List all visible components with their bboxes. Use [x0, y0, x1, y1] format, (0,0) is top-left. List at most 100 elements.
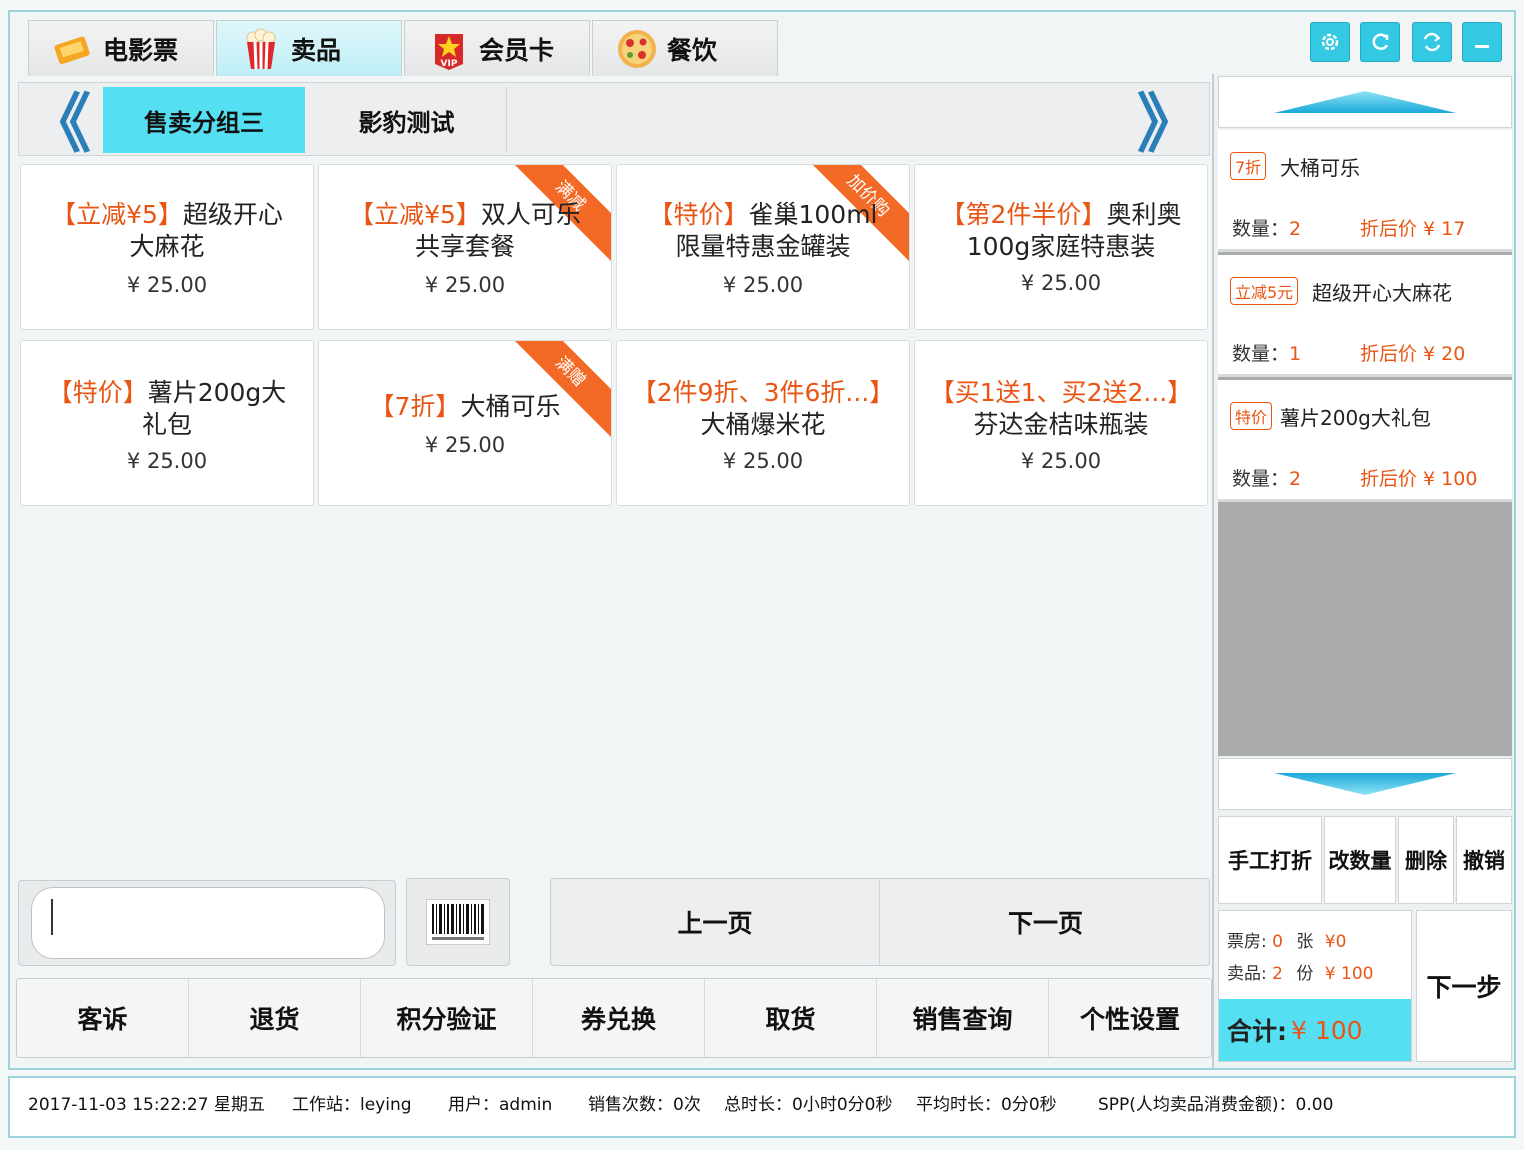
status-avg-duration: 平均时长：0分0秒	[916, 1095, 1057, 1115]
triangle-down-icon	[1274, 773, 1456, 795]
tab-label: 会员卡	[479, 35, 555, 65]
undo-button[interactable]: 撤销	[1456, 816, 1512, 904]
delete-button[interactable]: 删除	[1398, 816, 1454, 904]
product-name: 雀巢100ml	[748, 200, 878, 229]
product-price: ¥ 25.00	[126, 449, 208, 473]
order-item-name: 超级开心大麻花	[1312, 281, 1452, 305]
qty-value: 1	[1289, 343, 1302, 365]
status-workstation: 工作站：leying	[292, 1095, 412, 1115]
tab-movie-ticket[interactable]: 电影票	[28, 20, 214, 76]
snack-count: 2	[1272, 964, 1283, 984]
snack-unit: 份	[1296, 964, 1314, 984]
product-promo: 【7折】	[369, 392, 461, 421]
category-next-arrow[interactable]: 》	[1129, 83, 1209, 162]
discount-tag: 立减5元	[1230, 277, 1299, 305]
category-tab-active[interactable]: 售卖分组三	[103, 87, 305, 153]
qty-label: 数量：	[1232, 343, 1290, 365]
discount-tag: 特价	[1230, 402, 1273, 430]
product-card[interactable]: 满减 【立减¥5】双人可乐 共享套餐 ¥ 25.00	[318, 164, 612, 330]
sync-button[interactable]	[1412, 22, 1452, 62]
return-button[interactable]: 退货	[189, 979, 361, 1057]
product-name: 大桶可乐	[460, 392, 561, 421]
discount-tag: 7折	[1230, 152, 1267, 180]
snack-label: 卖品:	[1227, 964, 1267, 984]
function-bar: 客诉 退货 积分验证 券兑换 取货 销售查询 个性设置	[16, 978, 1212, 1058]
pizza-icon	[615, 27, 659, 71]
search-input-container	[18, 880, 396, 966]
product-name: 芬达金桔味瓶装	[973, 410, 1149, 439]
sales-query-button[interactable]: 销售查询	[877, 979, 1049, 1057]
tab-snacks[interactable]: 卖品	[216, 20, 402, 76]
total-value: ¥ 100	[1291, 1015, 1363, 1045]
order-item[interactable]: 7折 大桶可乐 数量：2 折后价 ¥ 17	[1218, 130, 1512, 252]
category-prev-arrow[interactable]: 《	[19, 83, 99, 162]
product-card[interactable]: 【2件9折、3件6折...】 大桶爆米花 ¥ 25.00	[616, 340, 910, 506]
minimize-button[interactable]	[1462, 22, 1502, 62]
qty-label: 数量：	[1232, 218, 1290, 240]
product-name-line2: 限量特惠金罐装	[675, 232, 851, 261]
tab-member-card[interactable]: VIP 会员卡	[404, 20, 590, 76]
product-price: ¥ 25.00	[424, 273, 506, 297]
product-card[interactable]: 加价购 【特价】雀巢100ml 限量特惠金罐装 ¥ 25.00	[616, 164, 910, 330]
ticket-amount: ¥0	[1324, 932, 1347, 952]
ticket-count: 0	[1272, 932, 1283, 952]
product-card[interactable]: 满赠 【7折】大桶可乐 ¥ 25.00	[318, 340, 612, 506]
snack-amount: ¥ 100	[1324, 964, 1374, 984]
product-name: 薯片200g大	[147, 378, 287, 407]
total-label: 合计:	[1227, 1017, 1287, 1046]
status-total-duration: 总时长：0小时0分0秒	[724, 1095, 893, 1115]
status-datetime: 2017-11-03 15:22:27 星期五	[28, 1095, 265, 1115]
personal-settings-button[interactable]: 个性设置	[1049, 979, 1211, 1057]
vip-card-icon: VIP	[427, 27, 471, 71]
coupon-redeem-button[interactable]: 券兑换	[533, 979, 705, 1057]
refresh-button[interactable]	[1360, 22, 1400, 62]
prev-page-button[interactable]: 上一页	[551, 879, 880, 965]
triangle-up-icon	[1274, 91, 1456, 113]
search-input[interactable]	[31, 887, 385, 959]
minimize-icon	[1475, 45, 1489, 48]
product-card[interactable]: 【第2件半价】奥利奥 100g家庭特惠装 ¥ 25.00	[914, 164, 1208, 330]
order-item-name: 大桶可乐	[1280, 156, 1360, 180]
product-name: 奥利奥	[1106, 200, 1182, 229]
tab-catering[interactable]: 餐饮	[592, 20, 778, 76]
tab-label: 卖品	[291, 35, 342, 65]
product-name-line2: 共享套餐	[414, 232, 515, 261]
barcode-scan-button[interactable]	[406, 878, 510, 966]
product-card[interactable]: 【特价】薯片200g大 礼包 ¥ 25.00	[20, 340, 314, 506]
pickup-button[interactable]: 取货	[705, 979, 877, 1057]
product-price: ¥ 25.00	[722, 273, 804, 297]
category-tab[interactable]: 影豹测试	[307, 87, 507, 153]
discounted-price: 折后价 ¥ 17	[1360, 218, 1466, 240]
points-verify-button[interactable]: 积分验证	[361, 979, 533, 1057]
order-item[interactable]: 特价 薯片200g大礼包 数量：2 折后价 ¥ 100	[1218, 380, 1512, 502]
product-card[interactable]: 【立减¥5】超级开心 大麻花 ¥ 25.00	[20, 164, 314, 330]
ticket-icon	[51, 27, 95, 71]
manual-discount-button[interactable]: 手工打折	[1218, 816, 1322, 904]
product-name-line2: 100g家庭特惠装	[966, 232, 1156, 261]
scroll-up-button[interactable]	[1218, 76, 1512, 128]
next-step-button[interactable]: 下一步	[1416, 910, 1512, 1062]
product-card[interactable]: 【买1送1、买2送2...】 芬达金桔味瓶装 ¥ 25.00	[914, 340, 1208, 506]
order-list: 7折 大桶可乐 数量：2 折后价 ¥ 17 立减5元 超级开心大麻花 数量：1 …	[1218, 130, 1512, 756]
order-item[interactable]: 立减5元 超级开心大麻花 数量：1 折后价 ¥ 20	[1218, 255, 1512, 377]
product-promo: 【立减¥5】	[349, 200, 481, 229]
product-name: 双人可乐	[480, 200, 581, 229]
product-promo: 【第2件半价】	[940, 200, 1107, 229]
product-name-line2: 礼包	[141, 410, 192, 439]
refresh-icon	[1372, 33, 1389, 50]
complaint-button[interactable]: 客诉	[17, 979, 189, 1057]
ticket-label: 票房:	[1227, 932, 1267, 952]
product-name: 超级开心	[182, 200, 283, 229]
discounted-price: 折后价 ¥ 20	[1360, 343, 1466, 365]
product-promo: 【买1送1、买2送2...】	[929, 378, 1193, 407]
change-quantity-button[interactable]: 改数量	[1324, 816, 1396, 904]
next-page-button[interactable]: 下一页	[881, 879, 1210, 965]
pager: 上一页 下一页	[550, 878, 1210, 966]
order-item-name: 薯片200g大礼包	[1280, 406, 1431, 430]
ticket-unit: 张	[1296, 932, 1314, 952]
discounted-price: 折后价 ¥ 100	[1360, 468, 1478, 490]
status-sales-count: 销售次数：0次	[588, 1095, 701, 1115]
settings-button[interactable]	[1310, 22, 1350, 62]
product-promo: 【特价】	[648, 200, 749, 229]
scroll-down-button[interactable]	[1218, 758, 1512, 810]
